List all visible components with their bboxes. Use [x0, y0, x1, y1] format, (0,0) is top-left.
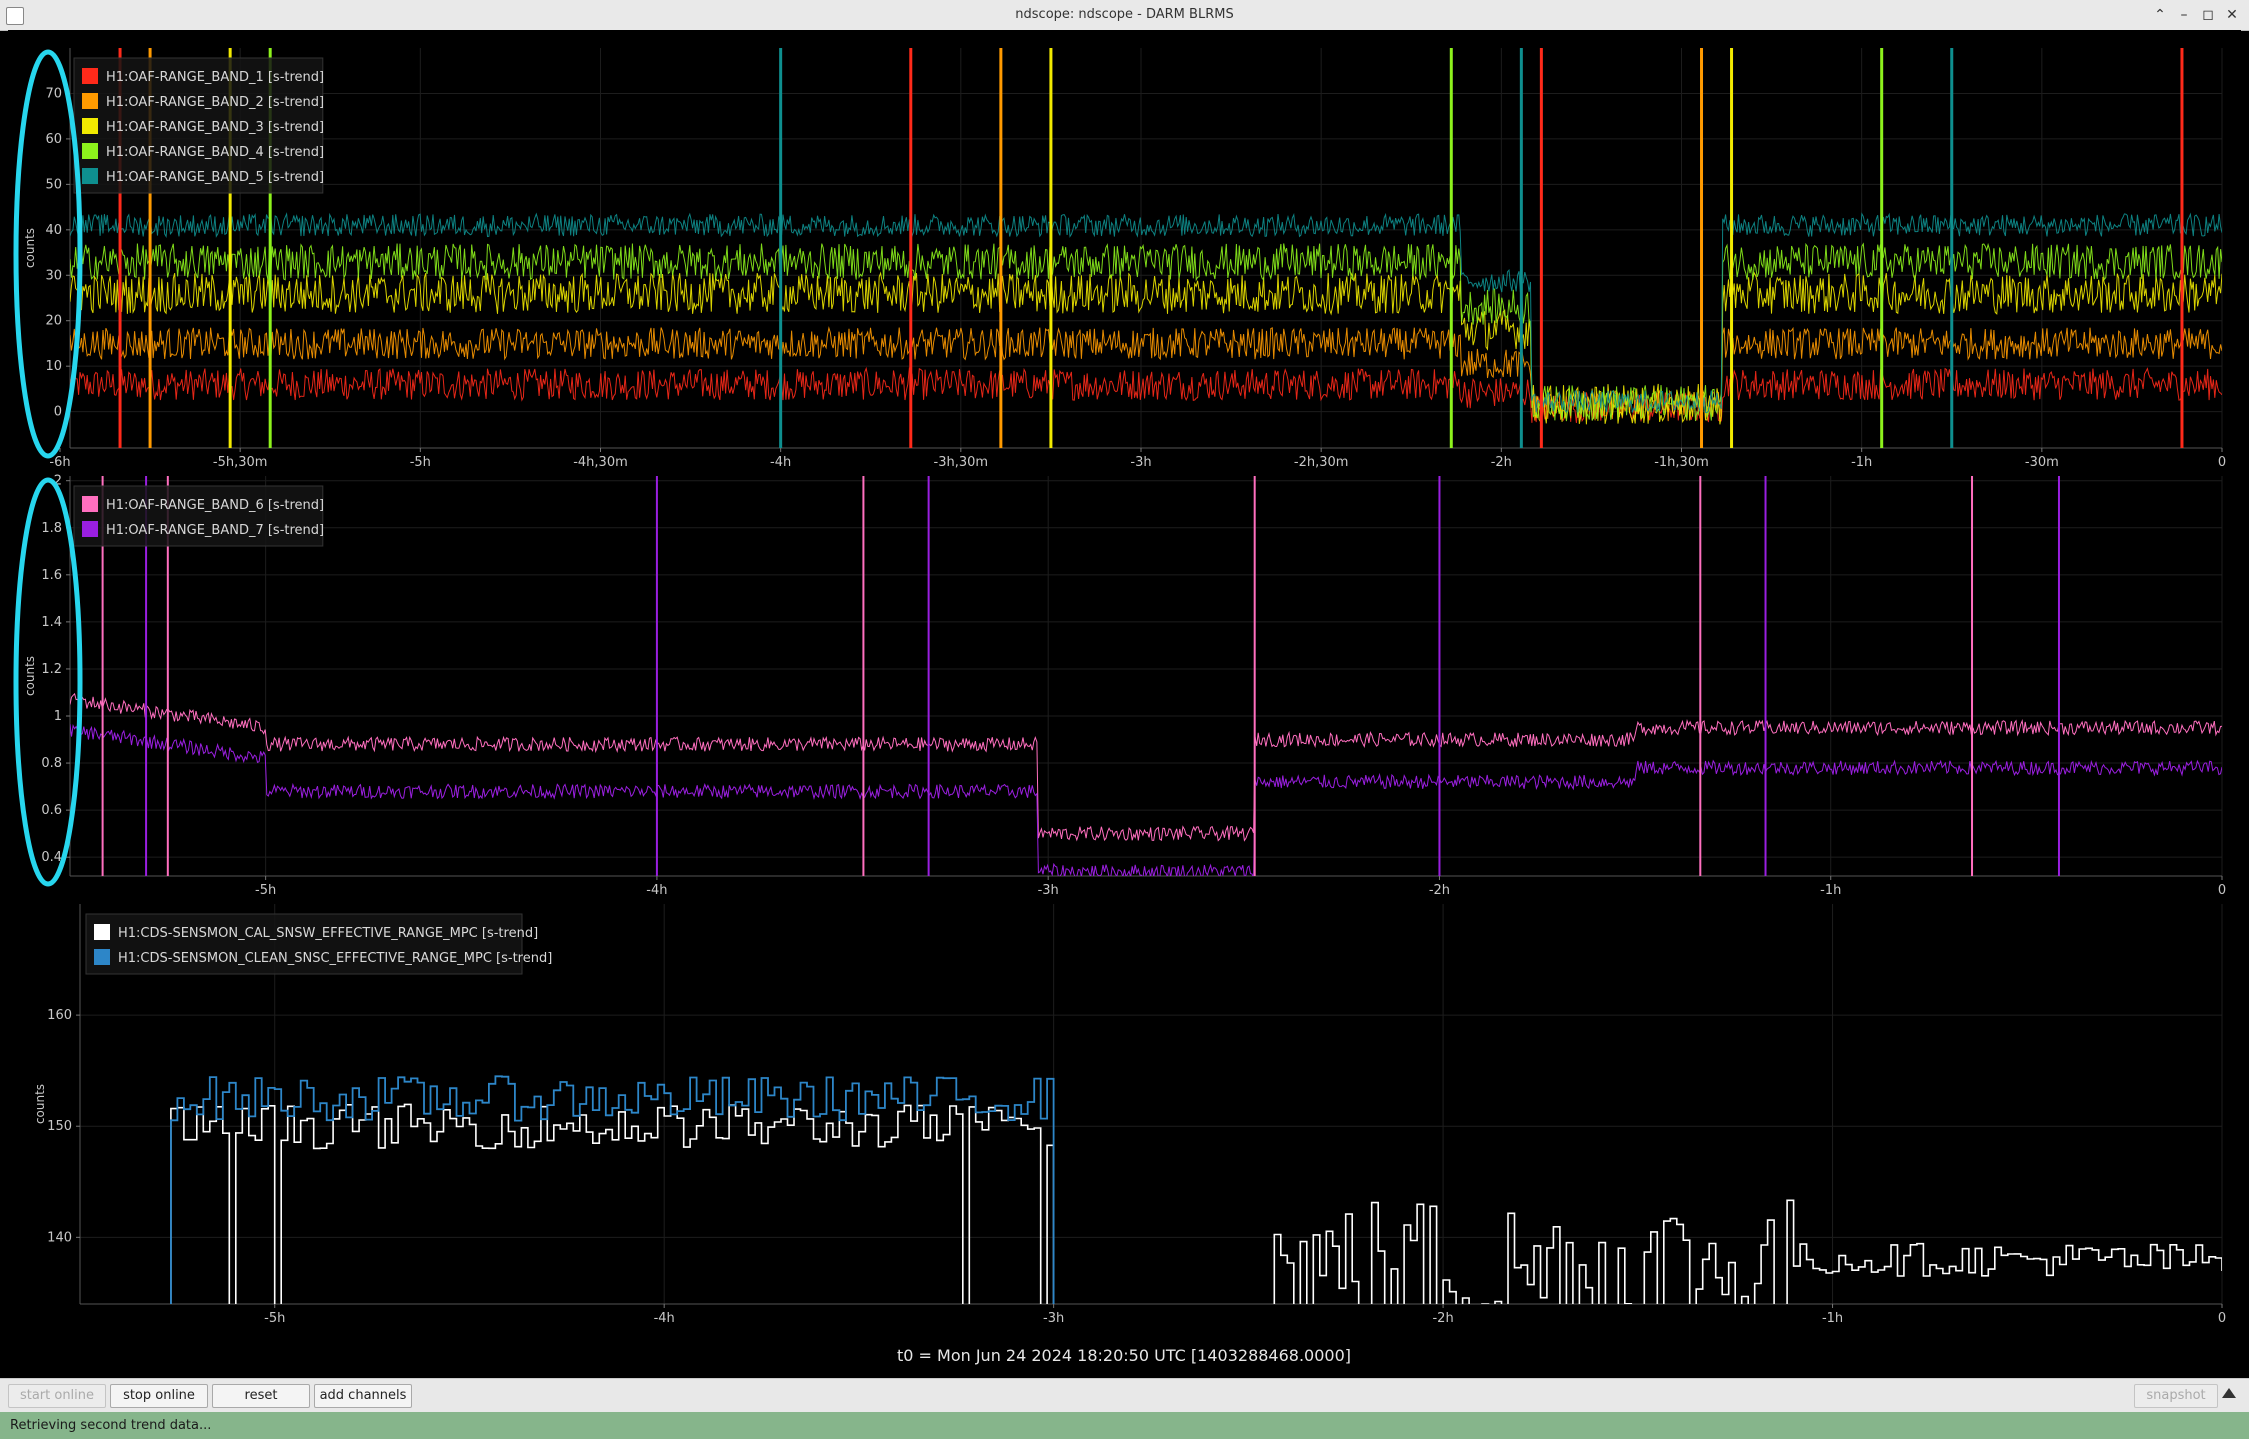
legend-label: H1:OAF-RANGE_BAND_5 [s-trend] [106, 170, 324, 185]
y-axis-label: counts [33, 1084, 47, 1124]
y-tick-label: 0 [54, 405, 62, 420]
legend-label: H1:OAF-RANGE_BAND_3 [s-trend] [106, 120, 324, 135]
legend-label: H1:OAF-RANGE_BAND_1 [s-trend] [106, 70, 324, 85]
legend[interactable]: H1:OAF-RANGE_BAND_6 [s-trend] H1:OAF-RANG… [73, 485, 324, 547]
y-tick-label: 60 [45, 132, 62, 147]
x-tick-label: 0 [2218, 1311, 2226, 1326]
legend-swatch [82, 168, 98, 184]
legend-label: H1:OAF-RANGE_BAND_4 [s-trend] [106, 145, 324, 160]
x-tick-label: -1h [1822, 1311, 1843, 1326]
x-tick-label: -5h [264, 1311, 285, 1326]
x-tick-label: -5h [255, 883, 276, 898]
restore-icon[interactable]: – [2172, 0, 2196, 30]
trace-group [70, 48, 2222, 448]
legend-label: H1:OAF-RANGE_BAND_7 [s-trend] [106, 523, 324, 538]
y-tick-label: 140 [47, 1230, 72, 1245]
plot-panel-1[interactable]: 0 10 20 30 40 50 60 70 -6h -5h,30m -5h -4h,30m -4h -3… [13, 48, 2226, 470]
x-tick-label: -30m [2025, 455, 2059, 470]
y-axis-label: counts [23, 656, 37, 696]
legend[interactable]: H1:OAF-RANGE_BAND_1 [s-trend] H1:OAF-RANG… [73, 57, 324, 194]
trace-group [170, 1075, 2222, 1304]
trace-sensmon-2 [170, 1075, 1055, 1304]
close-icon[interactable]: ✕ [2220, 0, 2244, 30]
y-tick-label: 1.8 [41, 521, 62, 536]
x-tick-label: -5h,30m [213, 455, 268, 470]
legend-swatch [82, 521, 98, 537]
y-tick-label: 150 [47, 1119, 72, 1134]
trace-sensmon-1 [170, 1103, 2222, 1304]
status-bar: Retrieving second trend data... [0, 1412, 2249, 1439]
window-title: ndscope: ndscope - DARM BLRMS [1015, 7, 1234, 22]
y-tick-label: 70 [45, 86, 62, 101]
x-tick-label: -1h [1820, 883, 1841, 898]
x-tick-label: -4h [654, 1311, 675, 1326]
plot-panel-3[interactable]: 140 150 160 -5h -4h -3h -2h -1h 0 counts H1:CDS-SE… [33, 904, 2226, 1378]
y-tick-label: 160 [47, 1008, 72, 1023]
x-tick-label: -4h,30m [573, 455, 628, 470]
legend-swatch [82, 496, 98, 512]
window-titlebar: ndscope: ndscope - DARM BLRMS ⌃ – ◻ ✕ [0, 0, 2249, 31]
plot-canvas[interactable]: 010203040506070-6h -5h,30m -5h -4h,30m -4h -3… [8, 30, 2241, 1378]
x-tick-label: -3h [1038, 883, 1059, 898]
y-tick-label: 0.8 [41, 756, 62, 771]
t0-label: t0 = Mon Jun 24 2024 18:20:50 UTC [14032… [897, 1346, 1351, 1365]
x-tick-label: -1h [1851, 455, 1872, 470]
expand-icon[interactable] [2222, 1388, 2236, 1398]
y-tick-label: 0.4 [41, 850, 62, 865]
trace-band-1 [70, 366, 2222, 423]
legend-swatch [82, 68, 98, 84]
toolbar: start online stop online reset add chann… [0, 1378, 2249, 1413]
minimize-icon[interactable]: ⌃ [2148, 0, 2172, 30]
x-tick-label: -3h [1130, 455, 1151, 470]
reset-button[interactable]: reset [212, 1384, 310, 1408]
legend-label: H1:OAF-RANGE_BAND_6 [s-trend] [106, 498, 324, 513]
x-tick-label: -2h [1429, 883, 1450, 898]
start-online-button[interactable]: start online [8, 1384, 106, 1408]
legend-label: H1:OAF-RANGE_BAND_2 [s-trend] [106, 95, 324, 110]
y-tick-label: 1.2 [41, 662, 62, 677]
legend-swatch [94, 924, 110, 940]
legend-swatch [82, 93, 98, 109]
add-channels-button[interactable]: add channels [314, 1384, 412, 1408]
maximize-icon[interactable]: ◻ [2196, 0, 2220, 30]
legend-label: H1:CDS-SENSMON_CLEAN_SNSC_EFFECTIVE_RANG… [118, 951, 552, 966]
x-tick-label: -6h [49, 455, 70, 470]
y-tick-label: 1 [54, 709, 62, 724]
y-tick-label: 10 [45, 359, 62, 374]
y-tick-label: 1.4 [41, 615, 62, 630]
x-tick-label: -2h,30m [1294, 455, 1349, 470]
y-tick-label: 1.6 [41, 568, 62, 583]
y-tick-label: 30 [45, 268, 62, 283]
legend-swatch [82, 118, 98, 134]
y-axis-label: counts [23, 228, 37, 268]
snapshot-button[interactable]: snapshot [2134, 1384, 2218, 1408]
stop-online-button[interactable]: stop online [110, 1384, 208, 1408]
x-tick-label: -4h [646, 883, 667, 898]
app-icon [6, 7, 24, 25]
scope-area: 0 10 20 30 40 50 60 70 -6h -5h,30m -5h -4h,30m -4h -3… [8, 30, 2241, 1378]
legend-swatch [94, 949, 110, 965]
x-tick-label: -3h,30m [934, 455, 989, 470]
legend-label: H1:CDS-SENSMON_CAL_SNSW_EFFECTIVE_RANGE_… [118, 926, 538, 941]
x-tick-label: -4h [770, 455, 791, 470]
legend[interactable]: H1:CDS-SENSMON_CAL_SNSW_EFFECTIVE_RANGE_… [85, 913, 552, 975]
y-tick-label: 0.6 [41, 803, 62, 818]
x-tick-label: 0 [2218, 455, 2226, 470]
x-tick-label: -2h [1491, 455, 1512, 470]
x-tick-label: -5h [410, 455, 431, 470]
trace-group [70, 476, 2222, 876]
legend-swatch [82, 143, 98, 159]
y-tick-label: 50 [45, 177, 62, 192]
x-tick-label: -1h,30m [1654, 455, 1709, 470]
x-tick-label: -3h [1043, 1311, 1064, 1326]
y-tick-label: 40 [45, 223, 62, 238]
x-tick-label: -2h [1432, 1311, 1453, 1326]
trace-band-2 [70, 326, 2222, 422]
y-tick-label: 20 [45, 314, 62, 329]
x-tick-label: 0 [2218, 883, 2226, 898]
plot-panel-2[interactable]: 0.40.60.811.21.41.61.82-5h -4h -3h -2h -1h 0c… [13, 474, 2226, 898]
